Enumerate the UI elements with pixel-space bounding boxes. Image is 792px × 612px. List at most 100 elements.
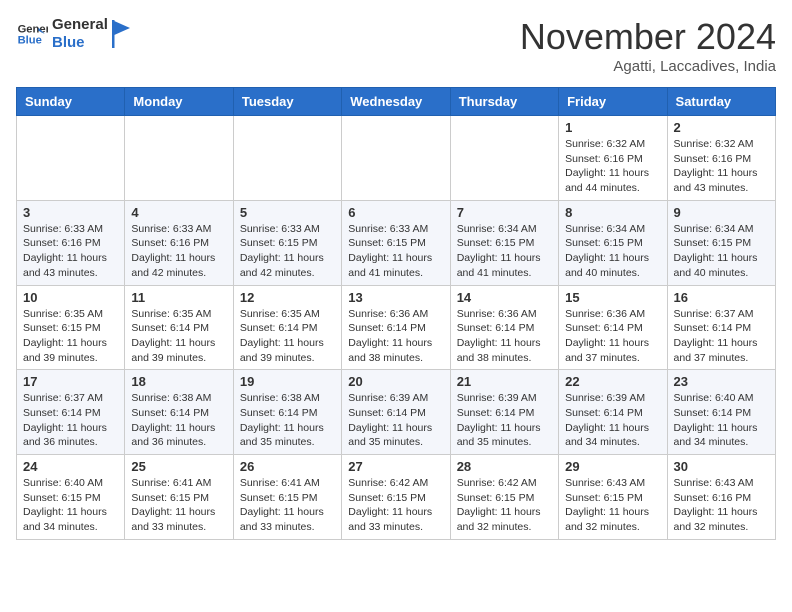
- calendar-cell: 30Sunrise: 6:43 AM Sunset: 6:16 PM Dayli…: [667, 455, 775, 540]
- day-number: 26: [240, 459, 335, 474]
- calendar-cell: 10Sunrise: 6:35 AM Sunset: 6:15 PM Dayli…: [17, 285, 125, 370]
- logo-icon: General Blue: [16, 18, 48, 50]
- calendar-cell: 22 Sunrise: 6:39 AM Sunset: 6:14 PM Dayli…: [559, 370, 667, 455]
- calendar-header-row: SundayMondayTuesdayWednesdayThursdayFrid…: [17, 88, 776, 116]
- day-number: 21: [457, 374, 552, 389]
- day-number: 13: [348, 290, 443, 305]
- day-number: 22: [565, 374, 660, 389]
- day-number: 16: [674, 290, 769, 305]
- calendar-cell: 16 Sunrise: 6:37 AM Sunset: 6:14 PM Dayli…: [667, 285, 775, 370]
- calendar-cell: 6 Sunrise: 6:33 AM Sunset: 6:15 PM Daylig…: [342, 200, 450, 285]
- calendar-cell: 1Sunrise: 6:32 AM Sunset: 6:16 PM Daylig…: [559, 116, 667, 201]
- day-number: 15: [565, 290, 660, 305]
- day-info: Sunrise: 6:35 AM Sunset: 6:14 PM Dayligh…: [131, 307, 226, 366]
- weekday-header: Wednesday: [342, 88, 450, 116]
- svg-text:Blue: Blue: [18, 35, 42, 47]
- day-info: Sunrise: 6:39 AM Sunset: 6:14 PM Dayligh…: [348, 391, 443, 450]
- calendar-week-row: 24 Sunrise: 6:40 AM Sunset: 6:15 PM Dayli…: [17, 455, 776, 540]
- day-number: 29: [565, 459, 660, 474]
- day-info: Sunrise: 6:36 AM Sunset: 6:14 PM Dayligh…: [565, 307, 660, 366]
- day-info: Sunrise: 6:33 AM Sunset: 6:16 PM Dayligh…: [131, 222, 226, 281]
- calendar-week-row: 17 Sunrise: 6:37 AM Sunset: 6:14 PM Dayli…: [17, 370, 776, 455]
- calendar-cell: 27Sunrise: 6:42 AM Sunset: 6:15 PM Dayli…: [342, 455, 450, 540]
- calendar-cell: 11 Sunrise: 6:35 AM Sunset: 6:14 PM Dayli…: [125, 285, 233, 370]
- logo: General Blue General Blue: [16, 16, 132, 52]
- day-number: 7: [457, 205, 552, 220]
- day-info: Sunrise: 6:41 AM Sunset: 6:15 PM Dayligh…: [131, 476, 226, 535]
- calendar-cell: 20 Sunrise: 6:39 AM Sunset: 6:14 PM Dayli…: [342, 370, 450, 455]
- calendar-cell: 23 Sunrise: 6:40 AM Sunset: 6:14 PM Dayli…: [667, 370, 775, 455]
- logo-blue: Blue: [52, 34, 108, 52]
- day-info: Sunrise: 6:43 AM Sunset: 6:16 PM Dayligh…: [674, 476, 769, 535]
- calendar-cell: 24 Sunrise: 6:40 AM Sunset: 6:15 PM Dayli…: [17, 455, 125, 540]
- day-number: 2: [674, 120, 769, 135]
- day-number: 24: [23, 459, 118, 474]
- calendar-cell: 14 Sunrise: 6:36 AM Sunset: 6:14 PM Dayli…: [450, 285, 558, 370]
- calendar-cell: 7Sunrise: 6:34 AM Sunset: 6:15 PM Daylig…: [450, 200, 558, 285]
- calendar-cell: [17, 116, 125, 201]
- day-info: Sunrise: 6:37 AM Sunset: 6:14 PM Dayligh…: [674, 307, 769, 366]
- day-info: Sunrise: 6:32 AM Sunset: 6:16 PM Dayligh…: [674, 137, 769, 196]
- weekday-header: Monday: [125, 88, 233, 116]
- weekday-header: Tuesday: [233, 88, 341, 116]
- weekday-header: Thursday: [450, 88, 558, 116]
- day-info: Sunrise: 6:33 AM Sunset: 6:16 PM Dayligh…: [23, 222, 118, 281]
- day-info: Sunrise: 6:38 AM Sunset: 6:14 PM Dayligh…: [131, 391, 226, 450]
- day-number: 11: [131, 290, 226, 305]
- day-info: Sunrise: 6:40 AM Sunset: 6:15 PM Dayligh…: [23, 476, 118, 535]
- day-info: Sunrise: 6:43 AM Sunset: 6:15 PM Dayligh…: [565, 476, 660, 535]
- calendar-cell: [342, 116, 450, 201]
- calendar-cell: [125, 116, 233, 201]
- calendar-cell: 2 Sunrise: 6:32 AM Sunset: 6:16 PM Daylig…: [667, 116, 775, 201]
- day-info: Sunrise: 6:39 AM Sunset: 6:14 PM Dayligh…: [565, 391, 660, 450]
- logo-flag-icon: [112, 20, 132, 48]
- day-info: Sunrise: 6:34 AM Sunset: 6:15 PM Dayligh…: [565, 222, 660, 281]
- day-info: Sunrise: 6:38 AM Sunset: 6:14 PM Dayligh…: [240, 391, 335, 450]
- day-number: 3: [23, 205, 118, 220]
- day-info: Sunrise: 6:40 AM Sunset: 6:14 PM Dayligh…: [674, 391, 769, 450]
- day-number: 12: [240, 290, 335, 305]
- day-number: 20: [348, 374, 443, 389]
- calendar-cell: 3 Sunrise: 6:33 AM Sunset: 6:16 PM Daylig…: [17, 200, 125, 285]
- day-number: 19: [240, 374, 335, 389]
- day-number: 4: [131, 205, 226, 220]
- logo-general: General: [52, 16, 108, 34]
- calendar-cell: 15 Sunrise: 6:36 AM Sunset: 6:14 PM Dayli…: [559, 285, 667, 370]
- calendar-cell: [450, 116, 558, 201]
- calendar-cell: 25 Sunrise: 6:41 AM Sunset: 6:15 PM Dayli…: [125, 455, 233, 540]
- calendar-cell: 4 Sunrise: 6:33 AM Sunset: 6:16 PM Daylig…: [125, 200, 233, 285]
- weekday-header: Sunday: [17, 88, 125, 116]
- day-info: Sunrise: 6:35 AM Sunset: 6:15 PM Dayligh…: [23, 307, 118, 366]
- day-info: Sunrise: 6:39 AM Sunset: 6:14 PM Dayligh…: [457, 391, 552, 450]
- calendar-cell: 5Sunrise: 6:33 AM Sunset: 6:15 PM Daylig…: [233, 200, 341, 285]
- calendar-cell: [233, 116, 341, 201]
- day-number: 14: [457, 290, 552, 305]
- day-number: 27: [348, 459, 443, 474]
- calendar-cell: 28Sunrise: 6:42 AM Sunset: 6:15 PM Dayli…: [450, 455, 558, 540]
- day-info: Sunrise: 6:41 AM Sunset: 6:15 PM Dayligh…: [240, 476, 335, 535]
- day-info: Sunrise: 6:34 AM Sunset: 6:15 PM Dayligh…: [674, 222, 769, 281]
- day-info: Sunrise: 6:37 AM Sunset: 6:14 PM Dayligh…: [23, 391, 118, 450]
- calendar-cell: 12 Sunrise: 6:35 AM Sunset: 6:14 PM Dayli…: [233, 285, 341, 370]
- day-number: 17: [23, 374, 118, 389]
- page-header: General Blue General Blue November 2024 …: [16, 16, 776, 75]
- day-info: Sunrise: 6:36 AM Sunset: 6:14 PM Dayligh…: [348, 307, 443, 366]
- calendar-week-row: 3 Sunrise: 6:33 AM Sunset: 6:16 PM Daylig…: [17, 200, 776, 285]
- day-number: 25: [131, 459, 226, 474]
- calendar-cell: 9Sunrise: 6:34 AM Sunset: 6:15 PM Daylig…: [667, 200, 775, 285]
- calendar-cell: 17 Sunrise: 6:37 AM Sunset: 6:14 PM Dayli…: [17, 370, 125, 455]
- calendar-cell: 18Sunrise: 6:38 AM Sunset: 6:14 PM Dayli…: [125, 370, 233, 455]
- month-title: November 2024: [520, 16, 776, 58]
- day-info: Sunrise: 6:36 AM Sunset: 6:14 PM Dayligh…: [457, 307, 552, 366]
- weekday-header: Friday: [559, 88, 667, 116]
- day-info: Sunrise: 6:42 AM Sunset: 6:15 PM Dayligh…: [457, 476, 552, 535]
- calendar-table: SundayMondayTuesdayWednesdayThursdayFrid…: [16, 87, 776, 540]
- day-number: 1: [565, 120, 660, 135]
- day-number: 8: [565, 205, 660, 220]
- day-info: Sunrise: 6:33 AM Sunset: 6:15 PM Dayligh…: [348, 222, 443, 281]
- day-number: 6: [348, 205, 443, 220]
- day-info: Sunrise: 6:33 AM Sunset: 6:15 PM Dayligh…: [240, 222, 335, 281]
- day-info: Sunrise: 6:35 AM Sunset: 6:14 PM Dayligh…: [240, 307, 335, 366]
- calendar-cell: 19 Sunrise: 6:38 AM Sunset: 6:14 PM Dayli…: [233, 370, 341, 455]
- day-number: 23: [674, 374, 769, 389]
